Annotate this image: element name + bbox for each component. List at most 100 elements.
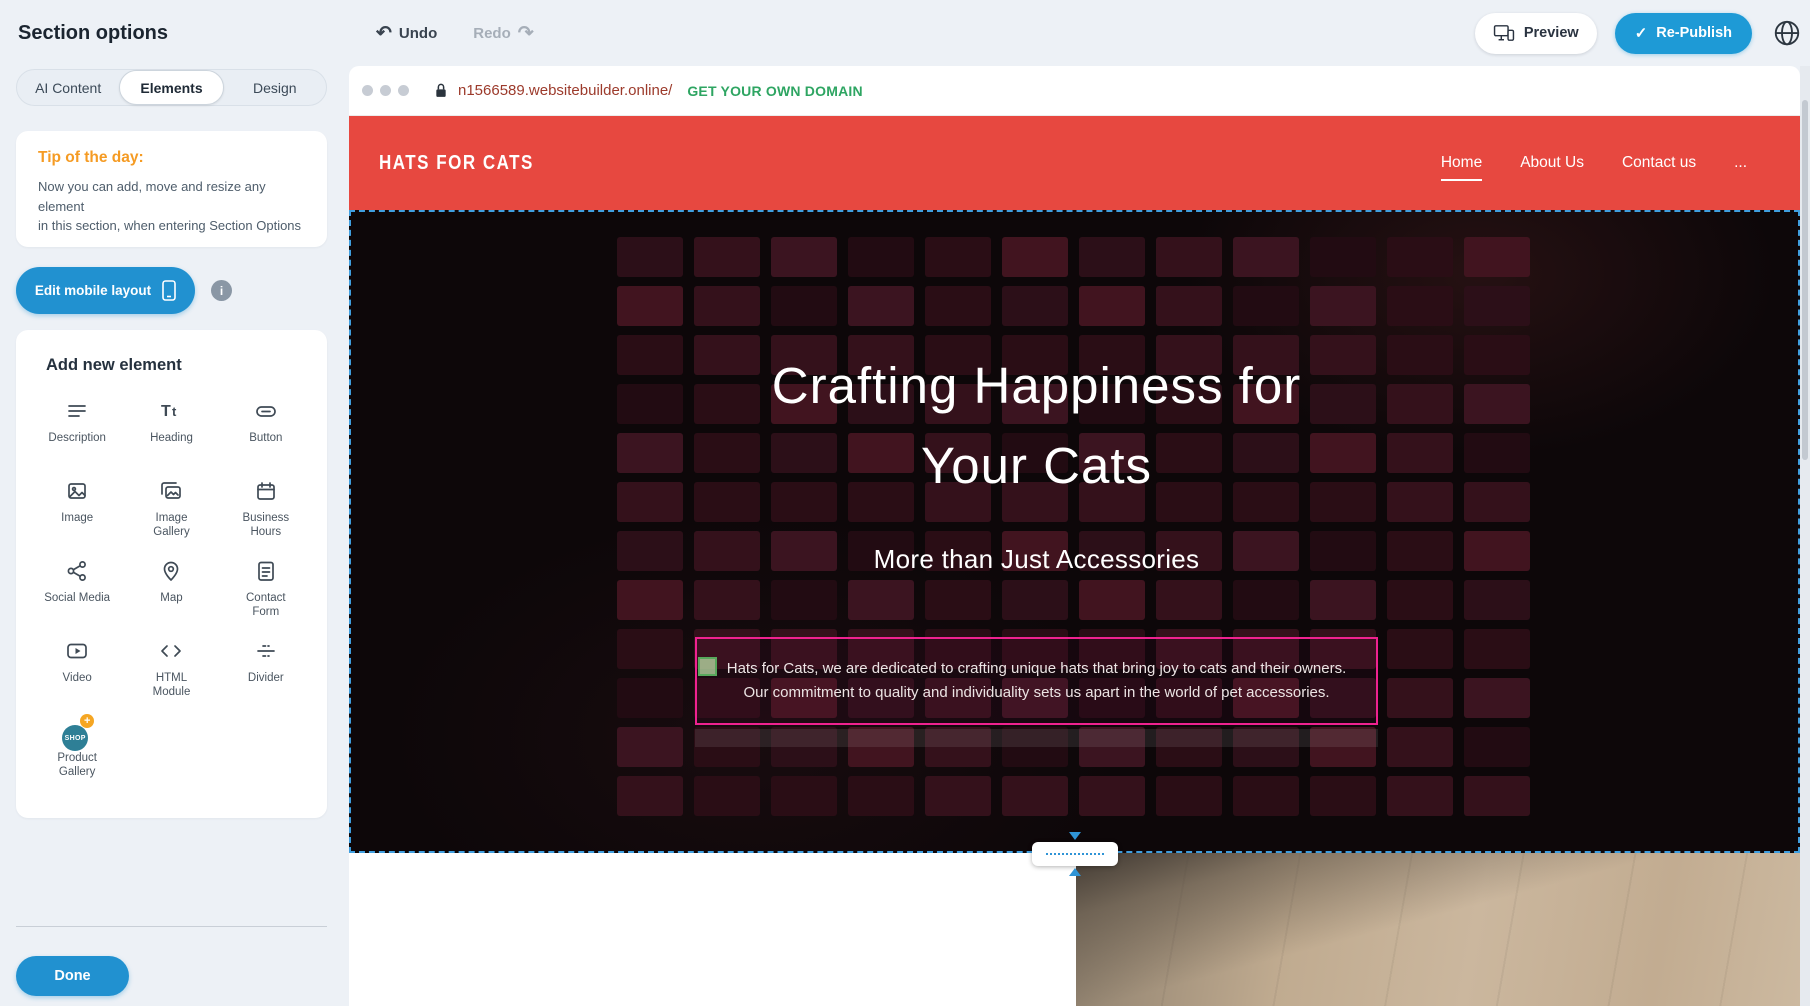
topbar: Section options ↶ Undo Redo ↷ Preview ✓	[0, 0, 1810, 66]
check-icon: ✓	[1635, 24, 1648, 42]
hero-pattern-tile	[1002, 237, 1068, 277]
hero-heading[interactable]: Crafting Happiness for Your Cats	[695, 346, 1378, 506]
image-icon	[65, 479, 89, 505]
info-button[interactable]: i	[211, 280, 232, 301]
add-element-social-media[interactable]: Social Media	[31, 551, 123, 631]
add-element-image-gallery[interactable]: Image Gallery	[125, 471, 217, 551]
add-element-heading[interactable]: TtHeading	[125, 391, 217, 471]
hero-pattern-tile	[925, 776, 991, 816]
element-resize-handle-green[interactable]	[698, 657, 717, 676]
tab-ai-content[interactable]: AI Content	[17, 70, 119, 105]
hero-paragraph[interactable]: Hats for Cats, we are dedicated to craft…	[727, 657, 1347, 705]
svg-text:T: T	[161, 403, 171, 420]
undo-button[interactable]: ↶ Undo	[376, 24, 437, 43]
heading-icon: Tt	[159, 399, 183, 425]
svg-text:t: t	[172, 404, 177, 419]
hero-pattern-tile	[1387, 727, 1453, 767]
hero-pattern-tile	[1156, 580, 1222, 620]
get-domain-link[interactable]: GET YOUR OWN DOMAIN	[687, 83, 862, 99]
hero-pattern-tile	[925, 237, 991, 277]
hero-section[interactable]: Crafting Happiness for Your Cats More th…	[349, 210, 1800, 853]
redo-label: Redo	[473, 25, 511, 42]
hero-pattern-tile	[1387, 286, 1453, 326]
add-element-image[interactable]: Image	[31, 471, 123, 551]
scrollbar-thumb[interactable]	[1802, 100, 1808, 460]
add-element-title: Add new element	[46, 356, 327, 375]
preview-button[interactable]: Preview	[1475, 13, 1597, 54]
add-element-product-gallery[interactable]: SHOP+Product Gallery	[31, 711, 123, 791]
site-logo[interactable]: HATS FOR CATS	[379, 151, 534, 175]
description-icon	[65, 399, 89, 425]
hero-pattern-tile	[1464, 580, 1530, 620]
site-url: n1566589.websitebuilder.online/	[458, 82, 672, 99]
image-gallery-icon	[159, 479, 183, 505]
hero-pattern-tile	[1387, 580, 1453, 620]
hero-pattern-tile	[617, 335, 683, 375]
tab-elements[interactable]: Elements	[119, 70, 223, 105]
hero-pattern-tile	[771, 580, 837, 620]
site-nav: Home About Us Contact us...	[1441, 116, 1747, 210]
tab-design[interactable]: Design	[224, 70, 326, 105]
add-element-business-hours[interactable]: Business Hours	[220, 471, 312, 551]
page-title: Section options	[18, 0, 168, 66]
hero-pattern-tile	[1002, 776, 1068, 816]
next-section-white[interactable]	[349, 853, 1076, 1006]
hero-subheading[interactable]: More than Just Accessories	[695, 544, 1378, 575]
add-element-divider[interactable]: Divider	[220, 631, 312, 711]
redo-button[interactable]: Redo ↷	[473, 24, 533, 43]
hero-pattern-tile	[925, 286, 991, 326]
phone-icon	[162, 280, 176, 301]
nav-about-us[interactable]: About Us	[1520, 154, 1584, 172]
language-globe-button[interactable]	[1770, 16, 1804, 50]
social-media-icon	[65, 559, 89, 585]
plus-badge: +	[80, 714, 94, 728]
hero-pattern-tile	[1464, 433, 1530, 473]
add-element-label: Business Hours	[242, 512, 289, 540]
hero-pattern-tile	[617, 433, 683, 473]
add-element-video[interactable]: Video	[31, 631, 123, 711]
add-element-html-module[interactable]: HTML Module	[125, 631, 217, 711]
hero-pattern-tile	[1464, 335, 1530, 375]
add-element-label: Divider	[248, 672, 284, 686]
nav-home[interactable]: Home	[1441, 154, 1482, 172]
hero-pattern-tile	[1464, 531, 1530, 571]
edit-mobile-layout-button[interactable]: Edit mobile layout	[16, 267, 195, 314]
add-element-map[interactable]: Map	[125, 551, 217, 631]
hero-heading-line-1: Crafting Happiness for	[695, 346, 1378, 426]
product-gallery-icon: SHOP+	[62, 719, 92, 745]
hero-pattern-tile	[848, 286, 914, 326]
sidebar-divider	[16, 926, 327, 927]
add-element-label: Description	[48, 432, 106, 446]
undo-icon: ↶	[376, 24, 392, 43]
hero-pattern-tile	[1387, 433, 1453, 473]
hero-pattern-tile	[694, 237, 760, 277]
button-icon	[254, 399, 278, 425]
window-dot	[362, 85, 373, 96]
hero-pattern-tile	[848, 237, 914, 277]
sidebar-tabs: AI Content Elements Design	[16, 69, 327, 106]
tip-title: Tip of the day:	[38, 149, 305, 167]
hero-pattern-tile	[1387, 482, 1453, 522]
hero-pattern-tile	[1387, 384, 1453, 424]
next-section-photo[interactable]	[1076, 853, 1800, 1006]
shop-badge: SHOP	[62, 725, 88, 751]
add-element-description[interactable]: Description	[31, 391, 123, 471]
republish-button[interactable]: ✓ Re-Publish	[1615, 13, 1752, 54]
add-element-button[interactable]: Button	[220, 391, 312, 471]
window-dot	[398, 85, 409, 96]
hero-pattern-tile	[1464, 629, 1530, 669]
section-resize-handle[interactable]	[1032, 842, 1118, 866]
nav-more-menu[interactable]: ...	[1734, 154, 1747, 172]
add-element-label: HTML Module	[153, 672, 191, 700]
hero-pattern-tile	[1156, 286, 1222, 326]
hero-pattern-tile	[1233, 286, 1299, 326]
undo-redo-group: ↶ Undo Redo ↷	[376, 0, 534, 66]
nav-contact-us[interactable]: Contact us	[1622, 154, 1696, 172]
done-button[interactable]: Done	[16, 956, 129, 996]
element-grid: Description TtHeadingButton ImageImage Gal…	[16, 387, 327, 791]
add-element-contact-form[interactable]: Contact Form	[220, 551, 312, 631]
paragraph-selection-box[interactable]: Hats for Cats, we are dedicated to craft…	[695, 637, 1378, 725]
preview-label: Preview	[1524, 25, 1579, 41]
hero-pattern-tile	[1233, 776, 1299, 816]
add-element-label: Contact Form	[246, 592, 286, 620]
